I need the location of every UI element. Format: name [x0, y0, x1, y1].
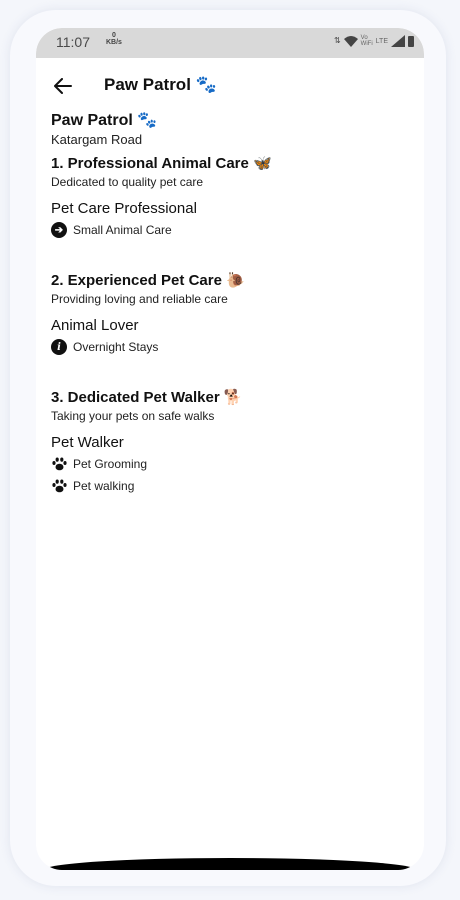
skill-label: Pet walking — [73, 479, 135, 493]
paw-icon — [51, 478, 67, 494]
volte-indicator: Vo WiFi — [361, 35, 373, 47]
skill-item: ➔ Small Animal Care — [51, 219, 411, 241]
service-card-1: 1. Professional Animal Care 🦋 Dedicated … — [51, 154, 411, 241]
service-title: 2. Experienced Pet Care 🐌 — [51, 272, 245, 289]
service-role: Pet Walker — [51, 434, 124, 451]
signal-icon — [391, 35, 405, 47]
service-role: Pet Care Professional — [51, 200, 197, 217]
network-speed-unit: KB/s — [106, 39, 122, 46]
back-button[interactable] — [50, 73, 76, 99]
page-title: Paw Patrol 🐾 — [104, 75, 217, 94]
provider-location: Katargam Road — [51, 132, 143, 147]
paw-icon — [51, 456, 67, 472]
service-title: 3. Dedicated Pet Walker 🐕 — [51, 389, 243, 406]
service-role: Animal Lover — [51, 317, 139, 334]
status-icons: ⇅ Vo WiFi LTE — [334, 35, 414, 47]
provider-details: Paw Patrol 🐾 Katargam Road 1. Profession… — [51, 110, 411, 497]
service-title: 1. Professional Animal Care 🦋 — [51, 155, 272, 172]
battery-icon — [408, 35, 414, 47]
arrow-right-circle-icon: ➔ — [51, 222, 67, 238]
skill-label: Small Animal Care — [73, 223, 172, 237]
network-speed-value: 0 — [112, 32, 116, 39]
service-description: Taking your pets on safe walks — [51, 409, 215, 423]
skill-item: Pet walking — [51, 475, 411, 497]
data-arrows-icon: ⇅ — [333, 36, 341, 45]
volte-bottom-label: WiFi — [360, 41, 373, 47]
service-description: Dedicated to quality pet care — [51, 175, 204, 189]
skill-item: i Overnight Stays — [51, 336, 411, 358]
skill-item: Pet Grooming — [51, 453, 411, 475]
network-speed: 0 KB/s — [106, 32, 122, 46]
status-time: 11:07 — [56, 34, 90, 50]
app-header: Paw Patrol 🐾 — [36, 58, 424, 112]
service-card-2: 2. Experienced Pet Care 🐌 Providing lovi… — [51, 271, 411, 358]
navigation-gesture-bar[interactable] — [44, 858, 416, 870]
status-bar: 11:07 0 KB/s ⇅ Vo WiFi LTE — [36, 28, 424, 58]
provider-name: Paw Patrol 🐾 — [51, 112, 158, 129]
phone-screen: 11:07 0 KB/s ⇅ Vo WiFi LTE Paw Patrol 🐾 … — [36, 28, 424, 870]
info-circle-icon: i — [51, 339, 67, 355]
arrow-left-icon — [54, 78, 72, 94]
skill-label: Overnight Stays — [73, 340, 159, 354]
service-card-3: 3. Dedicated Pet Walker 🐕 Taking your pe… — [51, 388, 411, 497]
lte-label: LTE — [375, 37, 388, 45]
skill-label: Pet Grooming — [73, 457, 148, 471]
wifi-icon — [343, 35, 358, 47]
service-description: Providing loving and reliable care — [51, 292, 228, 306]
